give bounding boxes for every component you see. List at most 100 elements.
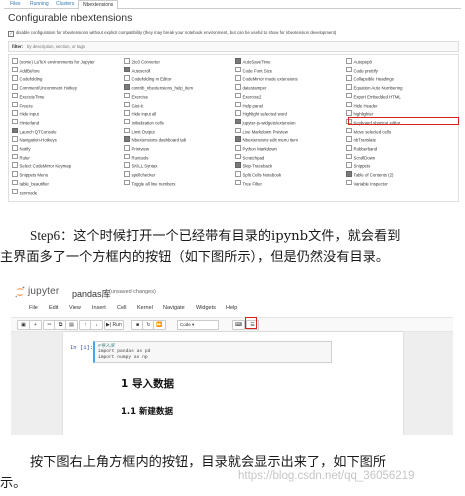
extension-item[interactable]: Live Markdown Preview <box>235 127 288 134</box>
unchecked-icon <box>346 84 352 90</box>
extension-item[interactable]: Highlight selected word <box>235 110 287 117</box>
checked-icon <box>124 84 130 90</box>
menu-file[interactable]: File <box>29 305 38 311</box>
extension-item[interactable]: Snippets Menu <box>12 171 48 178</box>
extension-item[interactable]: Skip-Traceback <box>235 162 272 169</box>
extension-item[interactable]: Runtools <box>124 153 148 160</box>
extension-label: Code Font Size <box>242 68 273 74</box>
tab-clusters[interactable]: Clusters <box>52 0 78 8</box>
menu-help[interactable]: Help <box>226 305 237 311</box>
unchecked-icon <box>12 58 18 64</box>
add-cell-icon[interactable]: + <box>29 320 42 330</box>
extension-item[interactable]: Exercise <box>124 92 148 99</box>
extension-item[interactable]: Autoscroll <box>124 66 150 73</box>
tab-files[interactable]: Files <box>6 0 25 8</box>
extension-item[interactable]: Navigation-Hotkeys <box>12 136 57 143</box>
notebook-name[interactable]: pandas库 <box>72 287 111 300</box>
extension-item[interactable]: CodeMirror mode extensions <box>235 75 298 82</box>
checked-icon <box>235 162 241 168</box>
extension-item[interactable]: Launch QTConsole <box>12 127 57 134</box>
extension-item[interactable]: Scratchpad <box>235 153 264 160</box>
unchecked-icon <box>124 179 130 186</box>
extension-item[interactable]: AddBefore <box>12 66 40 73</box>
extension-item[interactable]: Hide Header <box>346 101 378 108</box>
extension-item[interactable]: ExecuteTime <box>12 92 44 99</box>
extension-item[interactable]: Tree Filter <box>235 179 262 186</box>
extension-item[interactable]: Rubberband <box>346 145 377 152</box>
code-line: import numpy as np <box>98 355 148 360</box>
extension-item[interactable]: Code Font Size <box>235 66 273 74</box>
tab-running[interactable]: Running <box>26 0 53 8</box>
extension-item[interactable]: Printview <box>124 145 149 152</box>
extension-item[interactable]: Freeze <box>12 101 33 108</box>
unchecked-icon <box>12 179 18 186</box>
extension-item[interactable]: Variable Inspector <box>346 179 388 186</box>
extension-item[interactable]: datestamper <box>235 84 266 91</box>
extension-item[interactable]: Select CodeMirror Keymap <box>12 162 71 169</box>
extension-item[interactable]: jupyter-js-widgets/extension <box>235 118 296 125</box>
extension-item[interactable]: nbTranslate <box>346 136 376 143</box>
extension-item[interactable]: Notify <box>12 145 30 152</box>
extension-item[interactable]: Move selected cells <box>346 127 392 135</box>
restart-run-icon[interactable]: ⏩ <box>153 320 166 330</box>
extension-item[interactable]: Table of Contents (2) <box>346 171 394 178</box>
extension-item[interactable]: Initialization cells <box>124 118 164 125</box>
extension-item[interactable]: Autopep8 <box>346 58 372 65</box>
extension-label: table_beautifier <box>19 181 49 187</box>
keyboard-icon[interactable]: ⌨ <box>232 320 245 330</box>
run-button[interactable]: ▶| Run <box>104 320 124 330</box>
filter-input[interactable] <box>27 43 147 49</box>
compat-option[interactable]: ✓ disable configuration for nbextensions … <box>8 30 336 37</box>
extension-item[interactable]: contrib_nbextensions_help_item <box>124 84 193 91</box>
extension-item[interactable]: ScrollDown <box>346 153 375 160</box>
extension-label: Split Cells Notebook <box>242 172 282 178</box>
menu-navigate[interactable]: Navigate <box>163 305 185 311</box>
extension-item[interactable]: table_beautifier <box>12 179 49 187</box>
extension-item[interactable]: Hide input all <box>124 110 156 117</box>
extension-item[interactable]: Split Cells Notebook <box>235 171 282 178</box>
extension-item[interactable]: spellchecker <box>124 171 155 178</box>
extension-label: (some) LaTeX environments for Jupyter <box>19 59 95 65</box>
extension-label: Freeze <box>19 103 33 108</box>
extension-item[interactable]: Collapsible Headings <box>346 75 394 82</box>
extension-item[interactable]: Gist-it <box>124 101 143 108</box>
extension-label: Code prettify <box>353 68 378 74</box>
extension-item[interactable]: zenmode <box>12 188 37 195</box>
move-down-icon[interactable]: ↓ <box>90 320 103 330</box>
extension-item[interactable]: Exercise2 <box>235 92 261 99</box>
extension-label: Table of Contents (2) <box>353 172 394 178</box>
menu-cell[interactable]: Cell <box>117 305 126 311</box>
extension-item[interactable]: Snippets <box>346 162 370 169</box>
extension-item[interactable]: Nbextensions dashboard tab <box>124 136 186 143</box>
menu-widgets[interactable]: Widgets <box>196 305 216 311</box>
extension-item[interactable]: highlighter <box>346 110 373 117</box>
extension-item[interactable]: (some) LaTeX environments for Jupyter <box>12 58 95 65</box>
tab-nbextensions[interactable]: Nbextensions <box>78 0 119 10</box>
extension-item[interactable]: Limit Output <box>124 127 155 134</box>
extension-item[interactable]: Export Embedded HTML <box>346 92 401 99</box>
extension-item[interactable]: Python Markdown <box>235 145 277 152</box>
extension-item[interactable]: Code prettify <box>346 66 378 74</box>
extension-item[interactable]: Codefolding <box>12 75 42 82</box>
extension-item[interactable]: SKILL Syntax <box>124 162 157 169</box>
extension-item[interactable]: Nbextensions edit menu item <box>235 136 298 143</box>
extension-item[interactable]: Ruler <box>12 153 30 160</box>
extension-item[interactable]: Codefolding in Editor <box>124 75 171 82</box>
compat-checkbox[interactable]: ✓ <box>8 30 14 37</box>
extension-item[interactable]: AutoSaveTime <box>235 58 271 65</box>
extension-item[interactable]: Hide input <box>12 110 39 117</box>
extension-item[interactable]: Toggle all line numbers <box>124 179 175 186</box>
extension-item[interactable]: Equation Auto Numbering <box>346 84 402 91</box>
code-cell[interactable]: #导入库 import pandas as pd import numpy as… <box>93 341 332 363</box>
menu-kernel[interactable]: Kernel <box>137 305 153 311</box>
extension-item[interactable]: Help panel <box>235 101 263 108</box>
menu-view[interactable]: View <box>69 305 81 311</box>
extension-item[interactable]: Hinterland <box>12 118 39 125</box>
menu-insert[interactable]: Insert <box>92 305 106 311</box>
paste-icon[interactable]: ▤ <box>65 320 78 330</box>
menu-edit[interactable]: Edit <box>49 305 58 311</box>
extension-item[interactable]: Comment/Uncomment Hotkey <box>12 84 77 91</box>
cell-type-select[interactable]: Code ▾ <box>177 320 219 330</box>
extension-label: Move selected cells <box>353 129 392 135</box>
extension-item[interactable]: 2to3 Converter <box>124 58 160 65</box>
